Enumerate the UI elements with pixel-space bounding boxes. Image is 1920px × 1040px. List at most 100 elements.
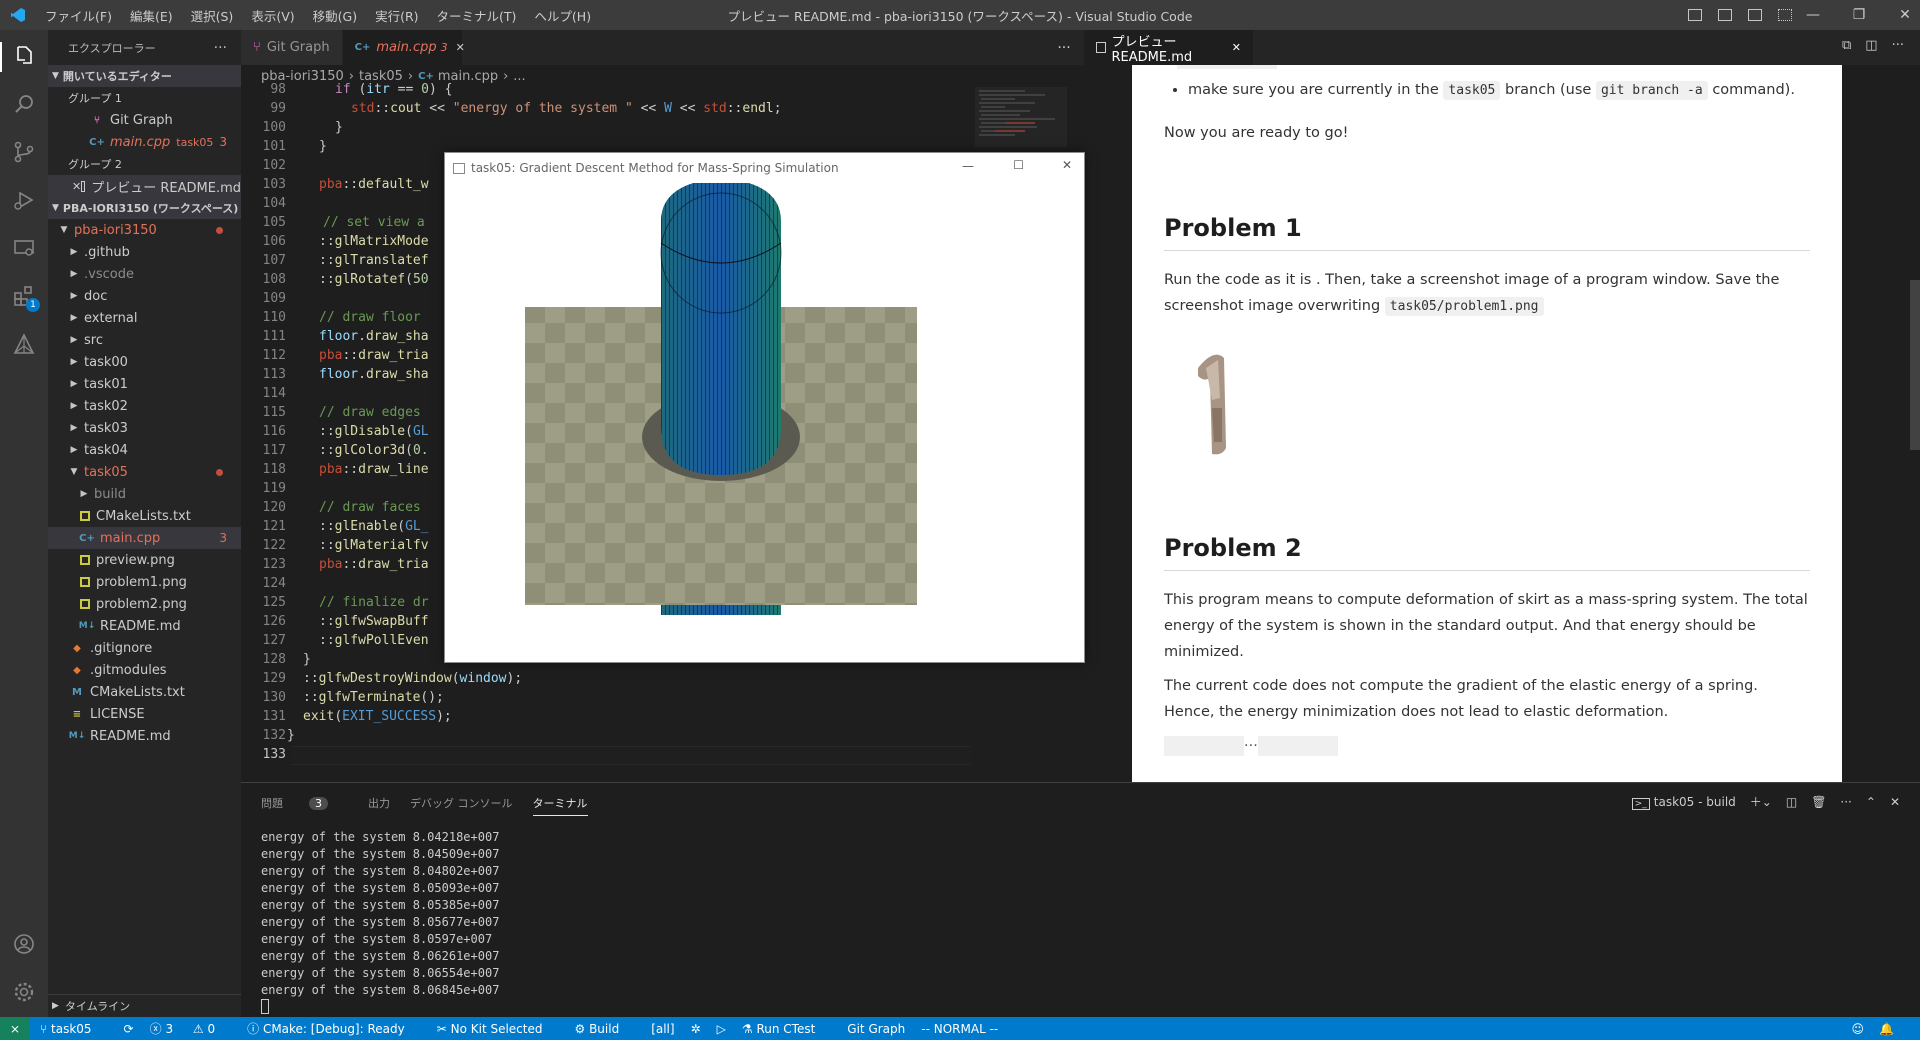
- terminal-name: task05 - build: [1653, 794, 1736, 809]
- toggle-panel-icon[interactable]: [1718, 9, 1732, 21]
- folder-dot-github[interactable]: ▶ .github: [48, 241, 241, 263]
- folder-task02[interactable]: ▶ task02: [48, 395, 241, 417]
- minimize-icon[interactable]: —: [962, 159, 974, 173]
- file-problem2-png[interactable]: problem2.png: [48, 593, 241, 615]
- file-license[interactable]: ≡ LICENSE: [48, 703, 241, 725]
- tab-preview-readme[interactable]: プレビュー README.md ✕: [1084, 30, 1254, 65]
- preview-more-icon[interactable]: ···: [1892, 38, 1904, 53]
- cmake-icon[interactable]: [12, 332, 36, 356]
- feedback-icon[interactable]: ☺: [1851, 1022, 1864, 1036]
- accounts-icon[interactable]: [12, 932, 36, 956]
- debug-bug-icon[interactable]: ✲: [691, 1022, 701, 1036]
- menu-go[interactable]: 移動(G): [304, 6, 366, 25]
- file-gitmodules[interactable]: ◆ .gitmodules: [48, 659, 241, 681]
- toggle-secondary-sidebar-icon[interactable]: [1748, 9, 1762, 21]
- explorer-icon[interactable]: [12, 44, 36, 68]
- trash-icon[interactable]: 🗑: [1811, 795, 1826, 809]
- file-gitignore[interactable]: ◆ .gitignore: [48, 637, 241, 659]
- problem-2-text-2: The current code does not compute the gr…: [1164, 678, 1758, 720]
- root-folder[interactable]: ▼ pba-iori3150: [48, 219, 241, 241]
- folder-task03[interactable]: ▶ task03: [48, 417, 241, 439]
- folder-task04[interactable]: ▶ task04: [48, 439, 241, 461]
- minimize-icon[interactable]: —: [1790, 7, 1836, 23]
- ctest-button[interactable]: ⚗ Run CTest: [742, 1022, 831, 1036]
- menu-run[interactable]: 実行(R): [366, 6, 427, 25]
- file-readme-root[interactable]: M↓ README.md: [48, 725, 241, 747]
- menu-selection[interactable]: 選択(S): [182, 6, 243, 25]
- maximize-panel-icon[interactable]: ⌃: [1866, 795, 1876, 809]
- panel-more-icon[interactable]: ···: [1840, 795, 1851, 809]
- file-readme-task05[interactable]: M↓ README.md: [48, 615, 241, 637]
- folder-build[interactable]: ▶ build: [48, 483, 241, 505]
- tab-output[interactable]: 出力: [368, 795, 390, 816]
- search-icon[interactable]: [12, 92, 36, 116]
- git-graph-button[interactable]: Git Graph: [847, 1022, 905, 1036]
- open-editor-git-graph[interactable]: ⑂ Git Graph: [48, 109, 241, 131]
- folder-label: task03: [84, 420, 128, 436]
- open-editor-preview[interactable]: ✕ プレビュー README.md: [48, 175, 241, 197]
- minimap[interactable]: [975, 87, 1067, 147]
- run-debug-icon[interactable]: [12, 188, 36, 212]
- open-editors-section[interactable]: ▼ 開いているエディター: [48, 65, 241, 87]
- settings-gear-icon[interactable]: [12, 980, 36, 1004]
- folder-task05-open[interactable]: ▼ task05: [48, 461, 241, 483]
- launch-play-icon[interactable]: ▷: [717, 1022, 726, 1036]
- notifications-bell-icon[interactable]: 🔔: [1879, 1022, 1894, 1036]
- folder-dot-vscode[interactable]: ▶ .vscode: [48, 263, 241, 285]
- close-window-icon[interactable]: ✕: [1882, 7, 1920, 23]
- branch-indicator[interactable]: ⑂ task05: [40, 1022, 108, 1036]
- menu-file[interactable]: ファイル(F): [36, 6, 121, 25]
- file-preview-png[interactable]: preview.png: [48, 549, 241, 571]
- menu-terminal[interactable]: ターミナル(T): [428, 6, 526, 25]
- remote-explorer-icon[interactable]: [12, 236, 36, 260]
- tab-problems[interactable]: 問題 3: [261, 795, 348, 816]
- split-terminal-icon[interactable]: ◫: [1786, 795, 1797, 809]
- menu-view[interactable]: 表示(V): [242, 6, 303, 25]
- new-terminal-icon[interactable]: ＋⌄: [1750, 793, 1772, 810]
- tab-git-graph[interactable]: ⑂ Git Graph: [241, 30, 343, 65]
- build-target[interactable]: [all]: [651, 1022, 674, 1036]
- remote-icon[interactable]: ⨯: [0, 1017, 30, 1040]
- timeline-section[interactable]: ▶ タイムライン: [48, 994, 241, 1016]
- split-editor-icon[interactable]: ◫: [1865, 38, 1877, 53]
- workspace-section[interactable]: ▼ PBA-IORI3150 (ワークスペース): [48, 197, 241, 219]
- maximize-icon[interactable]: ☐: [1013, 158, 1024, 172]
- kit-selector[interactable]: ✂ No Kit Selected: [437, 1022, 559, 1036]
- tab-main-cpp[interactable]: C+ main.cpp 3 ✕: [342, 30, 465, 65]
- build-button[interactable]: ⚙ Build: [574, 1022, 635, 1036]
- markdown-preview[interactable]: ··· make sure you are currently in the t…: [1132, 65, 1842, 782]
- file-cmakelists[interactable]: CMakeLists.txt: [48, 505, 241, 527]
- tab-terminal[interactable]: ターミナル: [532, 795, 588, 816]
- open-source-icon[interactable]: ⧉: [1842, 38, 1851, 53]
- toggle-sidebar-icon[interactable]: [1688, 9, 1702, 21]
- sync-icon[interactable]: ⟳: [124, 1022, 134, 1036]
- close-tab-icon[interactable]: ✕: [1232, 41, 1241, 54]
- restore-icon[interactable]: ❐: [1836, 7, 1882, 23]
- folder-doc[interactable]: ▶ doc: [48, 285, 241, 307]
- file-main-cpp[interactable]: C+ main.cpp 3: [48, 527, 241, 549]
- tab-debug-console[interactable]: デバッグ コンソール: [410, 795, 513, 816]
- folder-task00[interactable]: ▶ task00: [48, 351, 241, 373]
- problems-indicator[interactable]: ⓧ 3 ⚠ 0: [150, 1020, 232, 1037]
- glfw-window[interactable]: task05: Gradient Descent Method for Mass…: [444, 152, 1085, 663]
- more-actions-icon[interactable]: ···: [214, 40, 227, 56]
- breadcrumb-item[interactable]: ...: [513, 69, 525, 84]
- close-window-icon[interactable]: ✕: [1062, 158, 1072, 172]
- menu-edit[interactable]: 編集(E): [121, 6, 182, 25]
- close-icon[interactable]: ✕: [72, 180, 81, 193]
- file-label: problem1.png: [96, 574, 187, 590]
- open-editor-main-cpp[interactable]: C+ main.cpp task05 3: [48, 131, 241, 153]
- file-problem1-png[interactable]: problem1.png: [48, 571, 241, 593]
- cmake-status[interactable]: ⓘ CMake: [Debug]: Ready: [247, 1020, 421, 1037]
- preview-scrollbar[interactable]: [1910, 280, 1920, 450]
- folder-src[interactable]: ▶ src: [48, 329, 241, 351]
- source-control-icon[interactable]: [12, 140, 36, 164]
- close-panel-icon[interactable]: ✕: [1890, 795, 1900, 809]
- editor-more-icon[interactable]: ···: [1044, 30, 1084, 65]
- terminal-output[interactable]: energy of the system 8.04218e+007 energy …: [261, 829, 499, 999]
- file-cmakelists-root[interactable]: M CMakeLists.txt: [48, 681, 241, 703]
- folder-external[interactable]: ▶ external: [48, 307, 241, 329]
- folder-task01[interactable]: ▶ task01: [48, 373, 241, 395]
- terminal-selector[interactable]: >_ task05 - build: [1631, 794, 1736, 810]
- menu-help[interactable]: ヘルプ(H): [525, 6, 600, 25]
